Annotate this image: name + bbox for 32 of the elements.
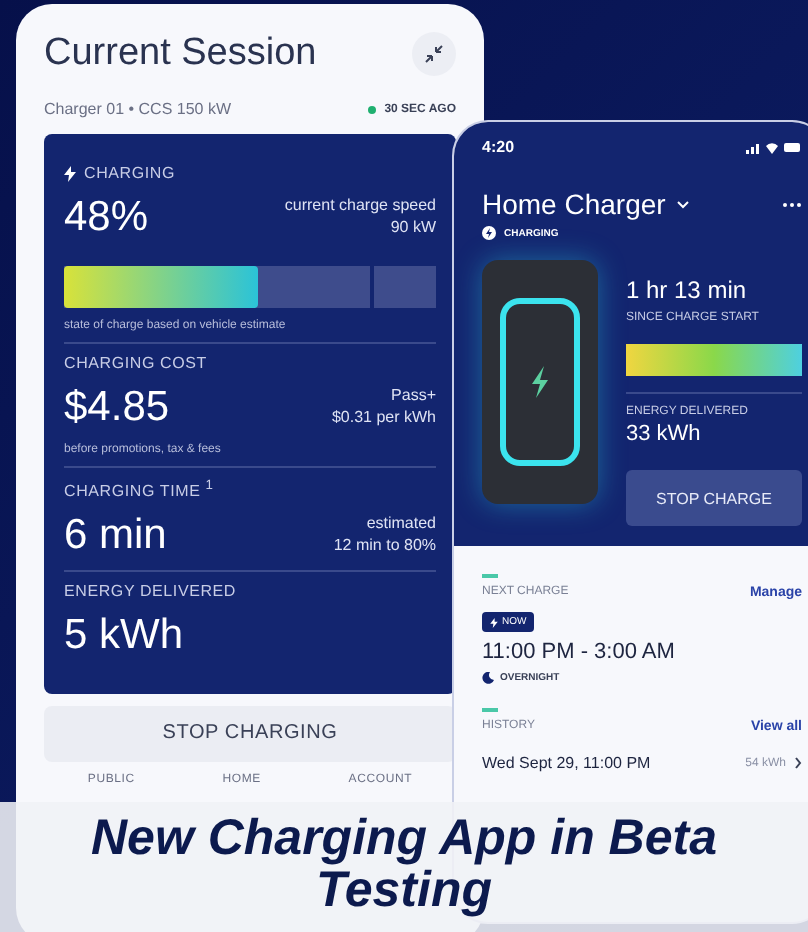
bolt-icon [482,226,496,240]
cost-value: $4.85 [64,384,170,432]
stop-charge-button[interactable]: STOP CHARGE [626,470,802,526]
energy-value: 33 kWh [626,422,703,446]
chevron-right-icon[interactable] [794,756,802,770]
bolt-icon [64,165,76,181]
charge-window: 11:00 PM - 3:00 AM [482,640,802,664]
history-date: Wed Sept 29, 11:00 PM [482,754,651,772]
energy-value: 5 kWh [64,611,184,660]
charge-speed: current charge speed 90 kW [284,194,436,239]
charge-percent: 48% [64,194,149,242]
chevron-down-icon [675,199,690,209]
stop-charging-button[interactable]: STOP CHARGING [44,705,456,762]
session-title: Current Session [44,32,317,76]
status-label: CHARGING [84,164,176,182]
collapse-icon [424,44,444,64]
banner-title: New Charging App in Beta Testing [89,812,719,923]
live-dot [368,105,377,113]
estimate-info: estimated 12 min to 80% [333,511,436,557]
cost-label: CHARGING COST [64,354,209,372]
status-icons [746,140,802,154]
rate-info: Pass+ $0.31 per kWh [331,384,436,429]
moon-icon [482,672,494,684]
more-icon[interactable] [782,201,802,207]
charger-selector[interactable]: Home Charger [482,188,690,220]
collapse-button[interactable] [412,32,456,76]
charge-duration: 1 hr 13 min [626,276,749,304]
time-value: 6 min [64,511,167,560]
time-label: CHARGING TIME $^{1}$ [64,478,216,500]
clock-time: 4:20 [482,138,515,156]
energy-label: ENERGY DELIVERED [64,581,239,600]
charger-info: Charger 01 • CCS 150 kW [44,100,232,118]
